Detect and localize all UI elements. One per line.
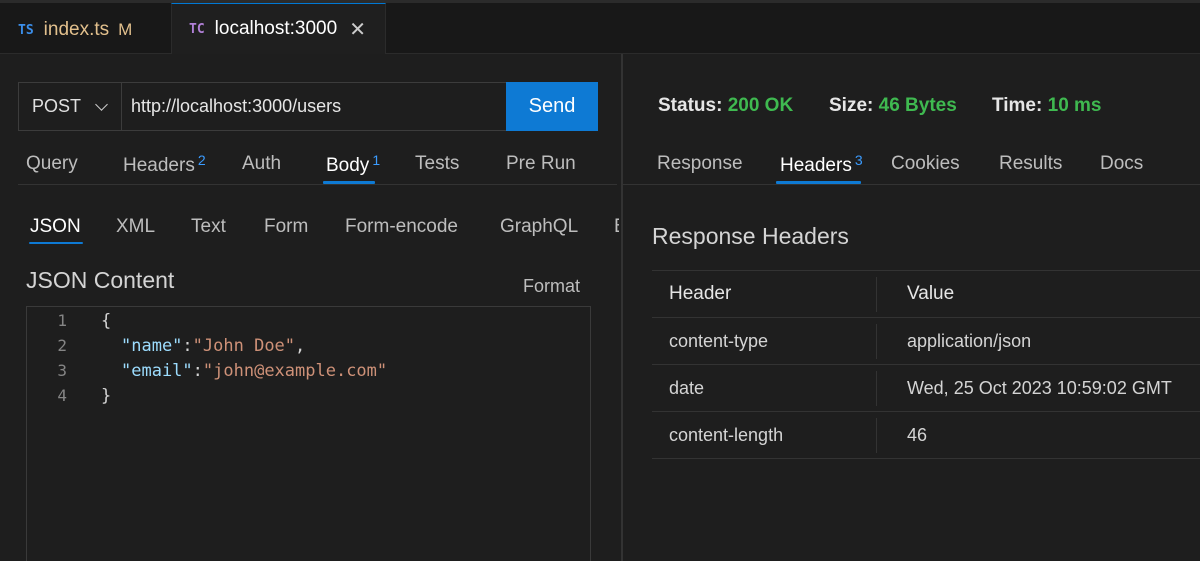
- tab-docs[interactable]: Docs: [1100, 153, 1143, 175]
- code-text: "name":"John Doe",: [121, 335, 306, 356]
- size-label: Size:: [829, 95, 874, 116]
- response-tabs: Response Headers 3 Cookies Results Docs: [623, 151, 1200, 177]
- modified-indicator: M: [118, 20, 133, 39]
- size-value: 46 Bytes: [878, 95, 957, 116]
- status-label: Status:: [658, 95, 723, 116]
- url-input[interactable]: http://localhost:3000/users: [122, 83, 506, 130]
- column-separator: [876, 277, 877, 312]
- request-bar: POST http://localhost:3000/users Send: [18, 82, 598, 131]
- json-editor[interactable]: 1 { 2 "name":"John Doe", 3 "email":"john…: [26, 306, 591, 561]
- tab-results[interactable]: Results: [999, 153, 1062, 175]
- code-line: 1 {: [27, 308, 111, 333]
- line-number: 2: [57, 336, 67, 355]
- tab-label: index.ts: [43, 19, 110, 40]
- column-header: Header: [669, 283, 732, 304]
- editor-tab-bar: TS index.ts M TC localhost:3000 ✕: [0, 0, 1200, 54]
- tab-body[interactable]: Body 1: [326, 152, 380, 177]
- header-name: date: [669, 377, 705, 398]
- body-tab-xml[interactable]: XML: [116, 216, 155, 238]
- table-header-row: Header Value: [652, 270, 1200, 318]
- typescript-file-icon: TS: [18, 22, 34, 38]
- body-tab-binary[interactable]: B: [614, 216, 619, 238]
- time-value: 10 ms: [1047, 95, 1102, 116]
- tab-pre-run[interactable]: Pre Run: [506, 153, 576, 175]
- line-number: 3: [57, 361, 67, 380]
- code-text: {: [101, 310, 112, 331]
- tab-index-ts[interactable]: TS index.ts M: [0, 6, 170, 54]
- body-tab-json[interactable]: JSON: [30, 216, 81, 238]
- divider: [18, 184, 617, 185]
- count-badge: 1: [372, 151, 381, 168]
- count-badge: 3: [854, 151, 863, 168]
- response-headers-table: Header Value content-type application/js…: [652, 270, 1200, 459]
- header-value: 46: [907, 424, 928, 445]
- header-value: Wed, 25 Oct 2023 10:59:02 GMT: [907, 377, 1172, 398]
- code-line: 4 }: [27, 383, 111, 408]
- line-number: 1: [57, 311, 67, 330]
- response-headers-title: Response Headers: [652, 223, 849, 249]
- code-line: 3 "email":"john@example.com": [27, 358, 387, 383]
- body-tab-graphql[interactable]: GraphQL: [500, 216, 578, 238]
- close-icon[interactable]: ✕: [349, 17, 366, 42]
- body-tab-text[interactable]: Text: [191, 216, 226, 238]
- column-separator: [876, 418, 877, 453]
- body-tab-form[interactable]: Form: [264, 216, 308, 238]
- tab-auth[interactable]: Auth: [242, 153, 281, 175]
- format-button[interactable]: Format: [523, 276, 580, 297]
- count-badge: 2: [197, 151, 206, 168]
- column-header: Value: [907, 283, 955, 304]
- table-row: content-length 46: [652, 412, 1200, 459]
- line-number: 4: [57, 386, 67, 405]
- code-text: }: [101, 385, 112, 406]
- tab-label: localhost:3000: [214, 18, 338, 39]
- header-name: content-length: [669, 424, 784, 445]
- column-separator: [876, 371, 877, 406]
- json-content-title: JSON Content: [26, 267, 175, 293]
- tab-tests[interactable]: Tests: [415, 153, 459, 175]
- time-label: Time:: [992, 95, 1043, 116]
- header-name: content-type: [669, 330, 769, 351]
- header-value: application/json: [907, 330, 1032, 351]
- body-type-tabs: JSON XML Text Form Form-encode GraphQL B: [0, 214, 621, 240]
- code-text: "email":"john@example.com": [121, 360, 388, 381]
- divider: [623, 184, 1200, 185]
- code-line: 2 "name":"John Doe",: [27, 333, 305, 358]
- body-tab-form-encode[interactable]: Form-encode: [345, 216, 458, 238]
- thunder-client-icon: TC: [189, 21, 205, 37]
- tab-response-headers[interactable]: Headers 3: [780, 152, 863, 177]
- table-row: content-type application/json: [652, 318, 1200, 365]
- tab-thunder-client[interactable]: TC localhost:3000 ✕: [171, 3, 386, 54]
- request-tabs: Query Headers 2 Auth Body 1 Tests Pre Run: [0, 151, 621, 177]
- panel-divider[interactable]: [621, 54, 623, 561]
- method-value: POST: [32, 96, 82, 116]
- chevron-down-icon: [95, 97, 108, 111]
- size-indicator: Size: 46 Bytes: [829, 95, 957, 117]
- table-row: date Wed, 25 Oct 2023 10:59:02 GMT: [652, 365, 1200, 412]
- send-button[interactable]: Send: [506, 82, 598, 131]
- column-separator: [876, 324, 877, 359]
- tab-cookies[interactable]: Cookies: [891, 153, 960, 175]
- time-indicator: Time: 10 ms: [992, 95, 1102, 117]
- tab-query[interactable]: Query: [26, 153, 78, 175]
- status-value: 200 OK: [727, 95, 794, 116]
- active-body-tab-indicator: [29, 242, 83, 244]
- status-indicator: Status: 200 OK: [658, 95, 793, 117]
- tab-response[interactable]: Response: [657, 153, 743, 175]
- method-select[interactable]: POST: [19, 83, 122, 130]
- tab-headers[interactable]: Headers 2: [123, 152, 206, 177]
